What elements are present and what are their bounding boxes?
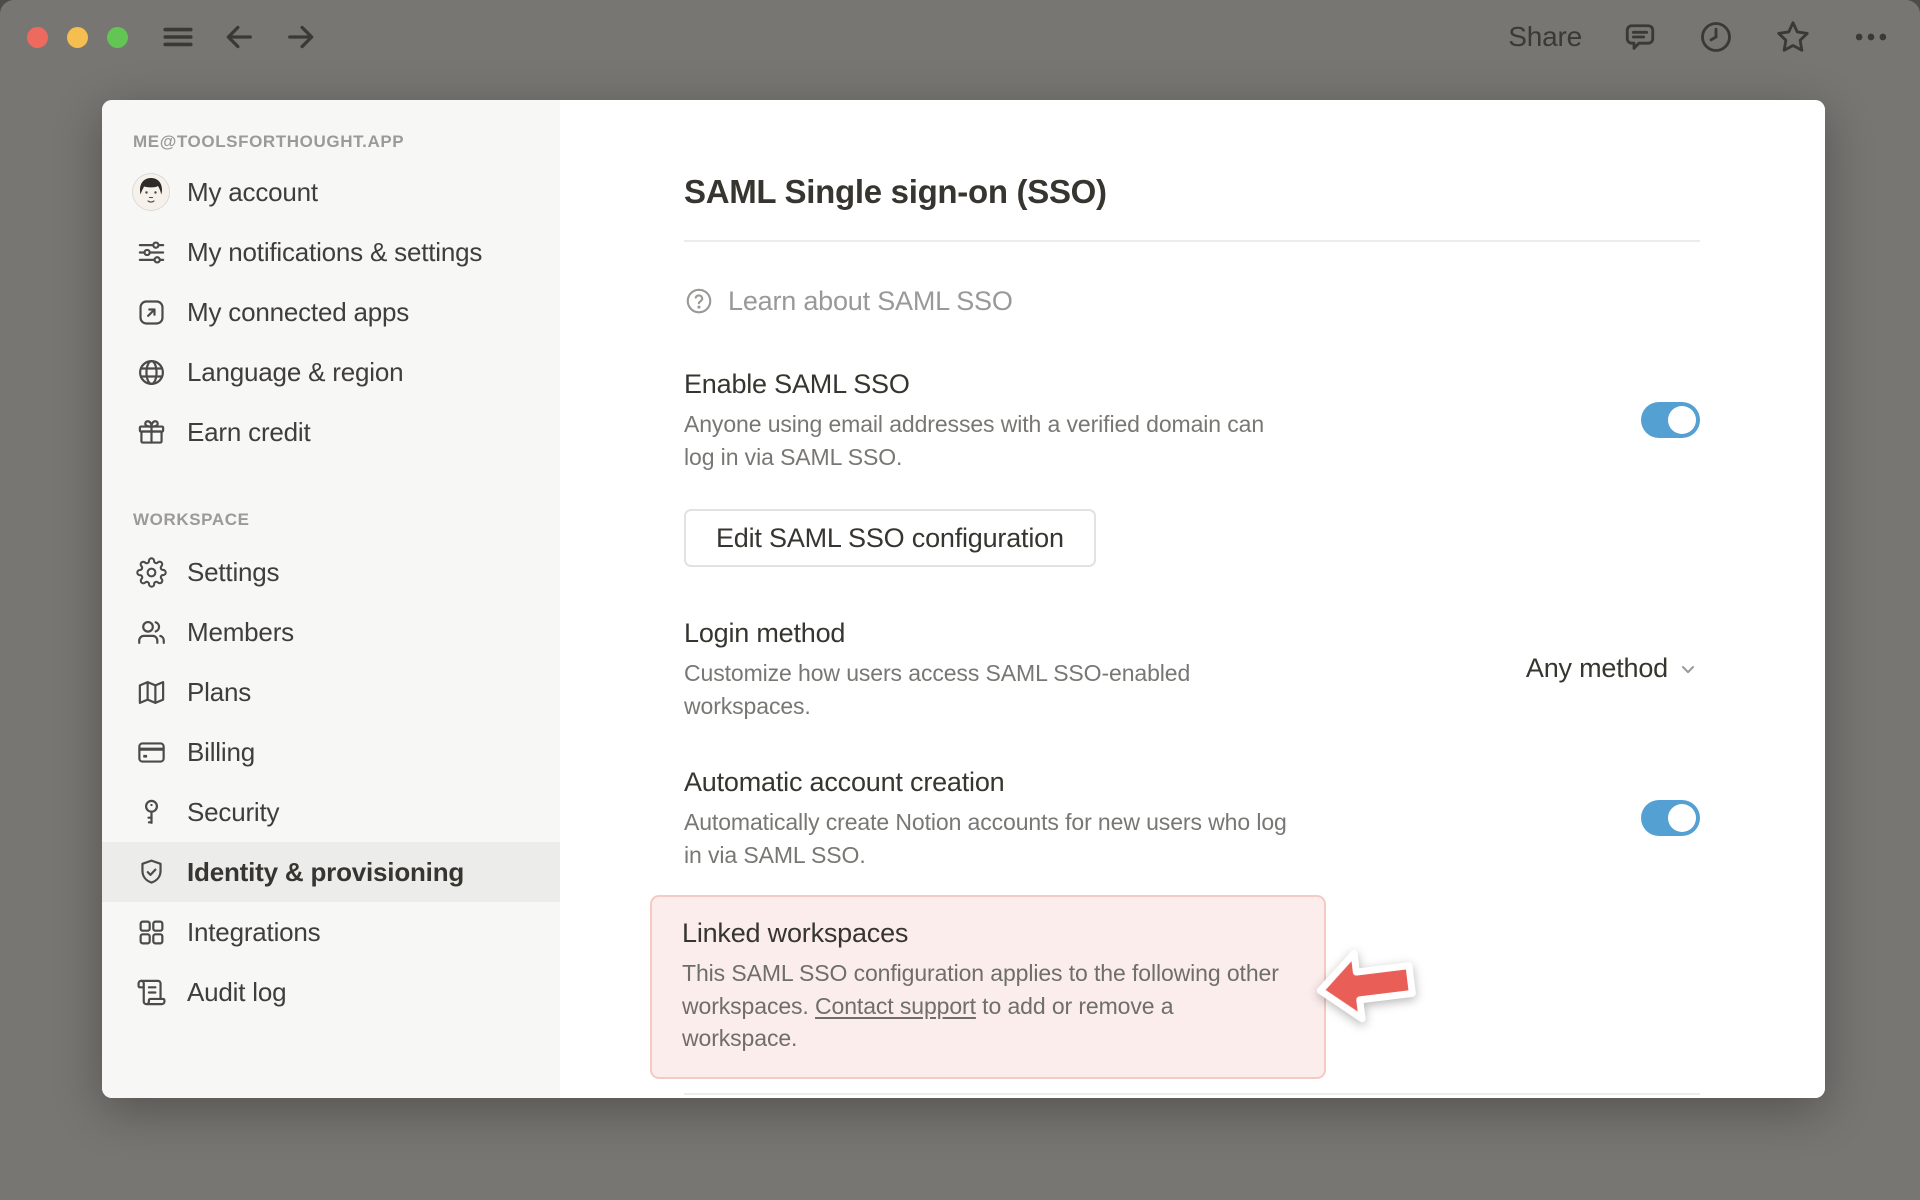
enable-saml-description: Anyone using email addresses with a veri… [684, 411, 1265, 470]
connected-apps-icon [133, 294, 169, 330]
sidebar-item-security[interactable]: Security [102, 782, 560, 842]
gear-icon [133, 554, 169, 590]
sidebar-item-members[interactable]: Members [102, 602, 560, 662]
globe-icon [133, 354, 169, 390]
automatic-account-creation-toggle[interactable] [1641, 799, 1700, 836]
enable-saml-row: Enable SAML SSO Anyone using email addre… [684, 366, 1700, 473]
sidebar-item-notifications-settings[interactable]: My notifications & settings [102, 222, 560, 282]
grid-icon [133, 914, 169, 950]
workspace-section-header: WORKSPACE [133, 510, 250, 529]
help-circle-icon [684, 286, 714, 316]
sidebar-item-label: My connected apps [187, 296, 410, 327]
sidebar-item-audit-log[interactable]: Audit log [102, 962, 560, 1022]
account-section-header: ME@TOOLSFORTHOUGHT.APP [133, 132, 405, 151]
zoom-window-button[interactable] [107, 26, 128, 48]
hamburger-icon[interactable] [161, 20, 195, 54]
traffic-lights [27, 26, 128, 48]
avatar [133, 174, 169, 210]
linked-workspaces-callout: Linked workspaces This SAML SSO configur… [650, 895, 1416, 1079]
sidebar-item-label: Integrations [187, 916, 321, 947]
key-icon [133, 794, 169, 830]
app-window: Share ME@TOOLSFORTHOUGHT.APP My account … [0, 0, 1920, 1200]
credit-card-icon [133, 734, 169, 770]
annotation-arrow-icon [1311, 939, 1420, 1031]
divider [684, 1092, 1700, 1095]
shield-check-icon [133, 854, 169, 890]
automatic-account-creation-description: Automatically create Notion accounts for… [684, 809, 1287, 868]
automatic-account-creation-heading: Automatic account creation [684, 767, 1005, 797]
sidebar-item-earn-credit[interactable]: Earn credit [102, 402, 560, 462]
sidebar-item-label: Language & region [187, 356, 404, 387]
gift-icon [133, 414, 169, 450]
toggle-knob [1668, 405, 1696, 434]
sidebar-item-label: Billing [187, 736, 255, 767]
learn-about-saml-label: Learn about SAML SSO [728, 285, 1013, 316]
close-window-button[interactable] [27, 26, 48, 48]
settings-main-panel: SAML Single sign-on (SSO) Learn about SA… [560, 100, 1825, 1098]
minimize-window-button[interactable] [67, 26, 88, 48]
sidebar-item-settings[interactable]: Settings [102, 542, 560, 602]
sidebar-item-label: Plans [187, 676, 252, 707]
sidebar-item-identity-provisioning[interactable]: Identity & provisioning [102, 842, 560, 902]
sidebar-item-label: Members [187, 616, 294, 647]
login-method-description: Customize how users access SAML SSO-enab… [684, 660, 1191, 719]
sidebar-item-connected-apps[interactable]: My connected apps [102, 282, 560, 342]
settings-dialog: ME@TOOLSFORTHOUGHT.APP My account My not… [102, 100, 1825, 1098]
sidebar-item-my-account[interactable]: My account [102, 162, 560, 222]
sidebar-item-language-region[interactable]: Language & region [102, 342, 560, 402]
more-icon[interactable] [1852, 18, 1890, 56]
clock-icon[interactable] [1698, 19, 1734, 55]
login-method-row: Login method Customize how users access … [684, 615, 1700, 722]
sidebar-item-label: Identity & provisioning [187, 856, 465, 887]
login-method-select[interactable]: Any method [1526, 653, 1700, 684]
sidebar-item-label: My account [187, 176, 318, 207]
edit-saml-configuration-button[interactable]: Edit SAML SSO configuration [684, 509, 1096, 567]
sidebar-item-label: Settings [187, 556, 280, 587]
sidebar-item-integrations[interactable]: Integrations [102, 902, 560, 962]
sidebar-item-plans[interactable]: Plans [102, 662, 560, 722]
sidebar-item-label: Security [187, 796, 280, 827]
enable-saml-toggle[interactable] [1641, 401, 1700, 438]
linked-workspaces-description: This SAML SSO configuration applies to t… [682, 957, 1294, 1055]
login-method-value: Any method [1525, 653, 1668, 683]
star-icon[interactable] [1774, 18, 1812, 56]
divider [684, 240, 1700, 242]
scroll-icon [133, 974, 169, 1010]
sidebar-item-label: Earn credit [187, 416, 311, 447]
map-icon [133, 674, 169, 710]
contact-support-link[interactable]: Contact support [815, 993, 976, 1019]
comment-icon[interactable] [1622, 19, 1658, 55]
window-titlebar: Share [0, 0, 1920, 74]
learn-about-saml-link[interactable]: Learn about SAML SSO [684, 284, 1013, 318]
sliders-icon [133, 234, 169, 270]
login-method-heading: Login method [684, 618, 846, 648]
share-button[interactable]: Share [1508, 21, 1582, 53]
settings-sidebar: ME@TOOLSFORTHOUGHT.APP My account My not… [102, 100, 560, 1098]
automatic-account-creation-row: Automatic account creation Automatically… [684, 764, 1700, 871]
page-title: SAML Single sign-on (SSO) [684, 173, 1107, 210]
sidebar-item-billing[interactable]: Billing [102, 722, 560, 782]
sidebar-item-label: My notifications & settings [187, 236, 483, 267]
back-arrow-icon[interactable] [221, 19, 257, 55]
chevron-down-icon [1676, 657, 1700, 681]
forward-arrow-icon[interactable] [283, 19, 319, 55]
toggle-knob [1668, 803, 1696, 832]
enable-saml-heading: Enable SAML SSO [684, 369, 910, 399]
members-icon [133, 614, 169, 650]
sidebar-item-label: Audit log [187, 976, 287, 1007]
linked-workspaces-heading: Linked workspaces [682, 918, 909, 948]
